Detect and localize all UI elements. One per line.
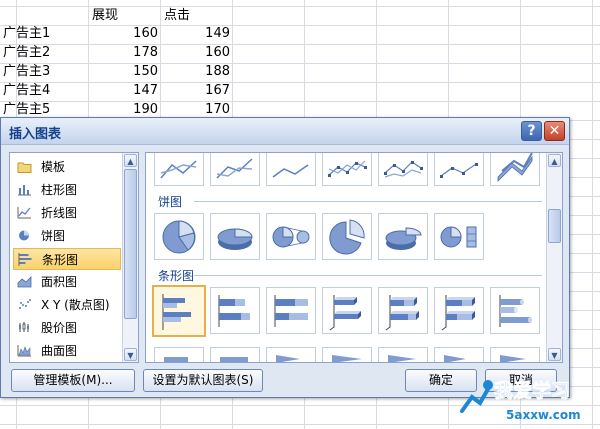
category-label: 柱形图: [41, 183, 78, 197]
chart-thumbnail-3d-pie[interactable]: [210, 213, 260, 260]
chart-thumbnail-cone-bar[interactable]: [266, 347, 316, 362]
category-item-scatter[interactable]: X Y (散点图): [13, 294, 121, 316]
scroll-up-arrow-icon[interactable]: ▲: [548, 154, 561, 167]
manage-templates-button[interactable]: 管理模板(M)...: [11, 369, 135, 392]
category-label: 折线图: [41, 206, 78, 220]
chart-thumbnail-3d-stacked-bar[interactable]: [378, 287, 428, 334]
clicks-cell[interactable]: 160: [162, 44, 230, 62]
chart-thumbnail-pyramid-stacked-bar[interactable]: [490, 347, 540, 362]
scrollbar-thumb[interactable]: [124, 169, 137, 319]
dialog-title: 插入图表: [9, 127, 62, 142]
impressions-cell[interactable]: 150: [90, 63, 158, 81]
chart-thumbnail-exploded-pie[interactable]: [322, 213, 372, 260]
area-chart-icon: [17, 275, 32, 289]
folder-icon: [17, 160, 32, 174]
chart-thumbnail-bar-of-pie[interactable]: [434, 213, 484, 260]
table-row: 广告主2 178 160: [0, 43, 600, 62]
line-chart-icon: [17, 206, 32, 220]
row-label[interactable]: 广告主4: [3, 82, 50, 100]
chart-thumbnail-pyramid-bar[interactable]: [434, 347, 484, 362]
row-label[interactable]: 广告主3: [3, 63, 50, 81]
chart-thumbnail-3d-100-stacked-bar[interactable]: [434, 287, 484, 334]
column-header-impressions[interactable]: 展现: [92, 7, 118, 25]
clicks-cell[interactable]: 167: [162, 82, 230, 100]
impressions-cell[interactable]: 178: [90, 44, 158, 62]
clicks-cell[interactable]: 188: [162, 63, 230, 81]
scroll-up-arrow-icon[interactable]: ▲: [124, 154, 137, 167]
chart-category-list[interactable]: 模板 柱形图 折线图 饼图 条形图 面积图 X Y (散点图) 股价图 曲面图 …: [9, 152, 139, 363]
chart-thumbnail-cylinder-bar[interactable]: [490, 287, 540, 334]
category-item-area[interactable]: 面积图: [13, 271, 121, 293]
chart-thumbnail-stacked-bar[interactable]: [210, 287, 260, 334]
category-list-scrollbar[interactable]: ▲ ▼: [122, 153, 138, 362]
category-label: 曲面图: [41, 344, 78, 358]
chart-thumbnail-cone-100-bar[interactable]: [378, 347, 428, 362]
bar-chart-icon: [18, 253, 33, 267]
subtype-gallery-scrollbar[interactable]: ▲ ▼: [546, 153, 562, 362]
chart-subtype-gallery[interactable]: 饼图 条形图 ▲ ▼: [145, 152, 563, 363]
row-label[interactable]: 广告主2: [3, 44, 50, 62]
chart-thumbnail-cylinder-100-bar[interactable]: [210, 347, 260, 362]
dialog-titlebar[interactable]: 插入图表 ? ✕: [1, 118, 569, 145]
chart-thumbnail-cone-stacked-bar[interactable]: [322, 347, 372, 362]
table-row: 广告主4 147 167: [0, 81, 600, 100]
category-item-surface[interactable]: 曲面图: [13, 340, 121, 362]
category-item-pie[interactable]: 饼图: [13, 225, 121, 247]
chart-thumbnail-pie-of-pie[interactable]: [266, 213, 316, 260]
chart-thumbnail-line-markers[interactable]: [322, 153, 372, 186]
surface-chart-icon: [17, 344, 32, 358]
chart-thumbnail-line-markers-stacked[interactable]: [378, 153, 428, 186]
pie-chart-icon: [17, 229, 32, 243]
category-label: 饼图: [41, 229, 66, 243]
watermark-logo: 我爱学习 5axxw.com: [460, 379, 581, 422]
scatter-chart-icon: [17, 298, 32, 312]
set-default-chart-button[interactable]: 设置为默认图表(S): [143, 369, 263, 392]
stock-chart-icon: [17, 321, 32, 335]
table-row: 广告主3 150 188: [0, 62, 600, 81]
site-watermark: 我爱学习 5axxw.com: [458, 367, 598, 427]
help-button[interactable]: ?: [521, 121, 542, 141]
impressions-cell[interactable]: 160: [90, 25, 158, 43]
category-item-column[interactable]: 柱形图: [13, 179, 121, 201]
section-divider: [194, 201, 542, 202]
scrollbar-thumb[interactable]: [548, 209, 561, 243]
category-item-templates[interactable]: 模板: [13, 156, 121, 178]
chart-thumbnail-line[interactable]: [154, 153, 204, 186]
watermark-text: 我爱学习: [494, 379, 570, 402]
category-item-line[interactable]: 折线图: [13, 202, 121, 224]
clicks-cell[interactable]: 149: [162, 25, 230, 43]
chart-thumbnail-line-100[interactable]: [266, 153, 316, 186]
close-button[interactable]: ✕: [544, 121, 565, 141]
chart-thumbnail-exploded-3d-pie[interactable]: [378, 213, 428, 260]
column-chart-icon: [17, 183, 32, 197]
header-row: 展现 点击: [0, 6, 600, 25]
column-header-clicks[interactable]: 点击: [164, 7, 190, 25]
section-label-pie: 饼图: [158, 195, 183, 209]
chart-thumbnail-cylinder-stacked-bar[interactable]: [154, 347, 204, 362]
section-label-bar: 条形图: [158, 269, 195, 283]
category-label: 模板: [41, 160, 66, 174]
chart-thumbnail-line-stacked[interactable]: [210, 153, 260, 186]
chart-thumbnail-100-stacked-bar[interactable]: [266, 287, 316, 334]
chart-thumbnail-3d-line[interactable]: [490, 153, 540, 186]
chart-thumbnail-pie[interactable]: [154, 213, 204, 260]
category-label: X Y (散点图): [41, 298, 110, 312]
chart-thumbnail-line-markers-100[interactable]: [434, 153, 484, 186]
scroll-down-arrow-icon[interactable]: ▼: [124, 348, 137, 361]
category-label: 条形图: [42, 253, 79, 267]
table-row: 广告主1 160 149: [0, 24, 600, 43]
category-label: 面积图: [41, 275, 78, 289]
category-item-stock[interactable]: 股价图: [13, 317, 121, 339]
category-item-bar[interactable]: 条形图: [13, 248, 121, 270]
chart-thumbnail-clustered-bar[interactable]: [152, 285, 206, 337]
category-label: 股价图: [41, 321, 78, 335]
row-label[interactable]: 广告主1: [3, 25, 50, 43]
chart-thumbnail-3d-clustered-bar[interactable]: [322, 287, 372, 334]
watermark-site: 5axxw.com: [506, 408, 581, 422]
section-divider: [194, 275, 542, 276]
impressions-cell[interactable]: 147: [90, 82, 158, 100]
insert-chart-dialog: 插入图表 ? ✕ 模板 柱形图 折线图 饼图 条形图 面积图 X Y (散点图)…: [0, 117, 570, 398]
scroll-down-arrow-icon[interactable]: ▼: [548, 348, 561, 361]
